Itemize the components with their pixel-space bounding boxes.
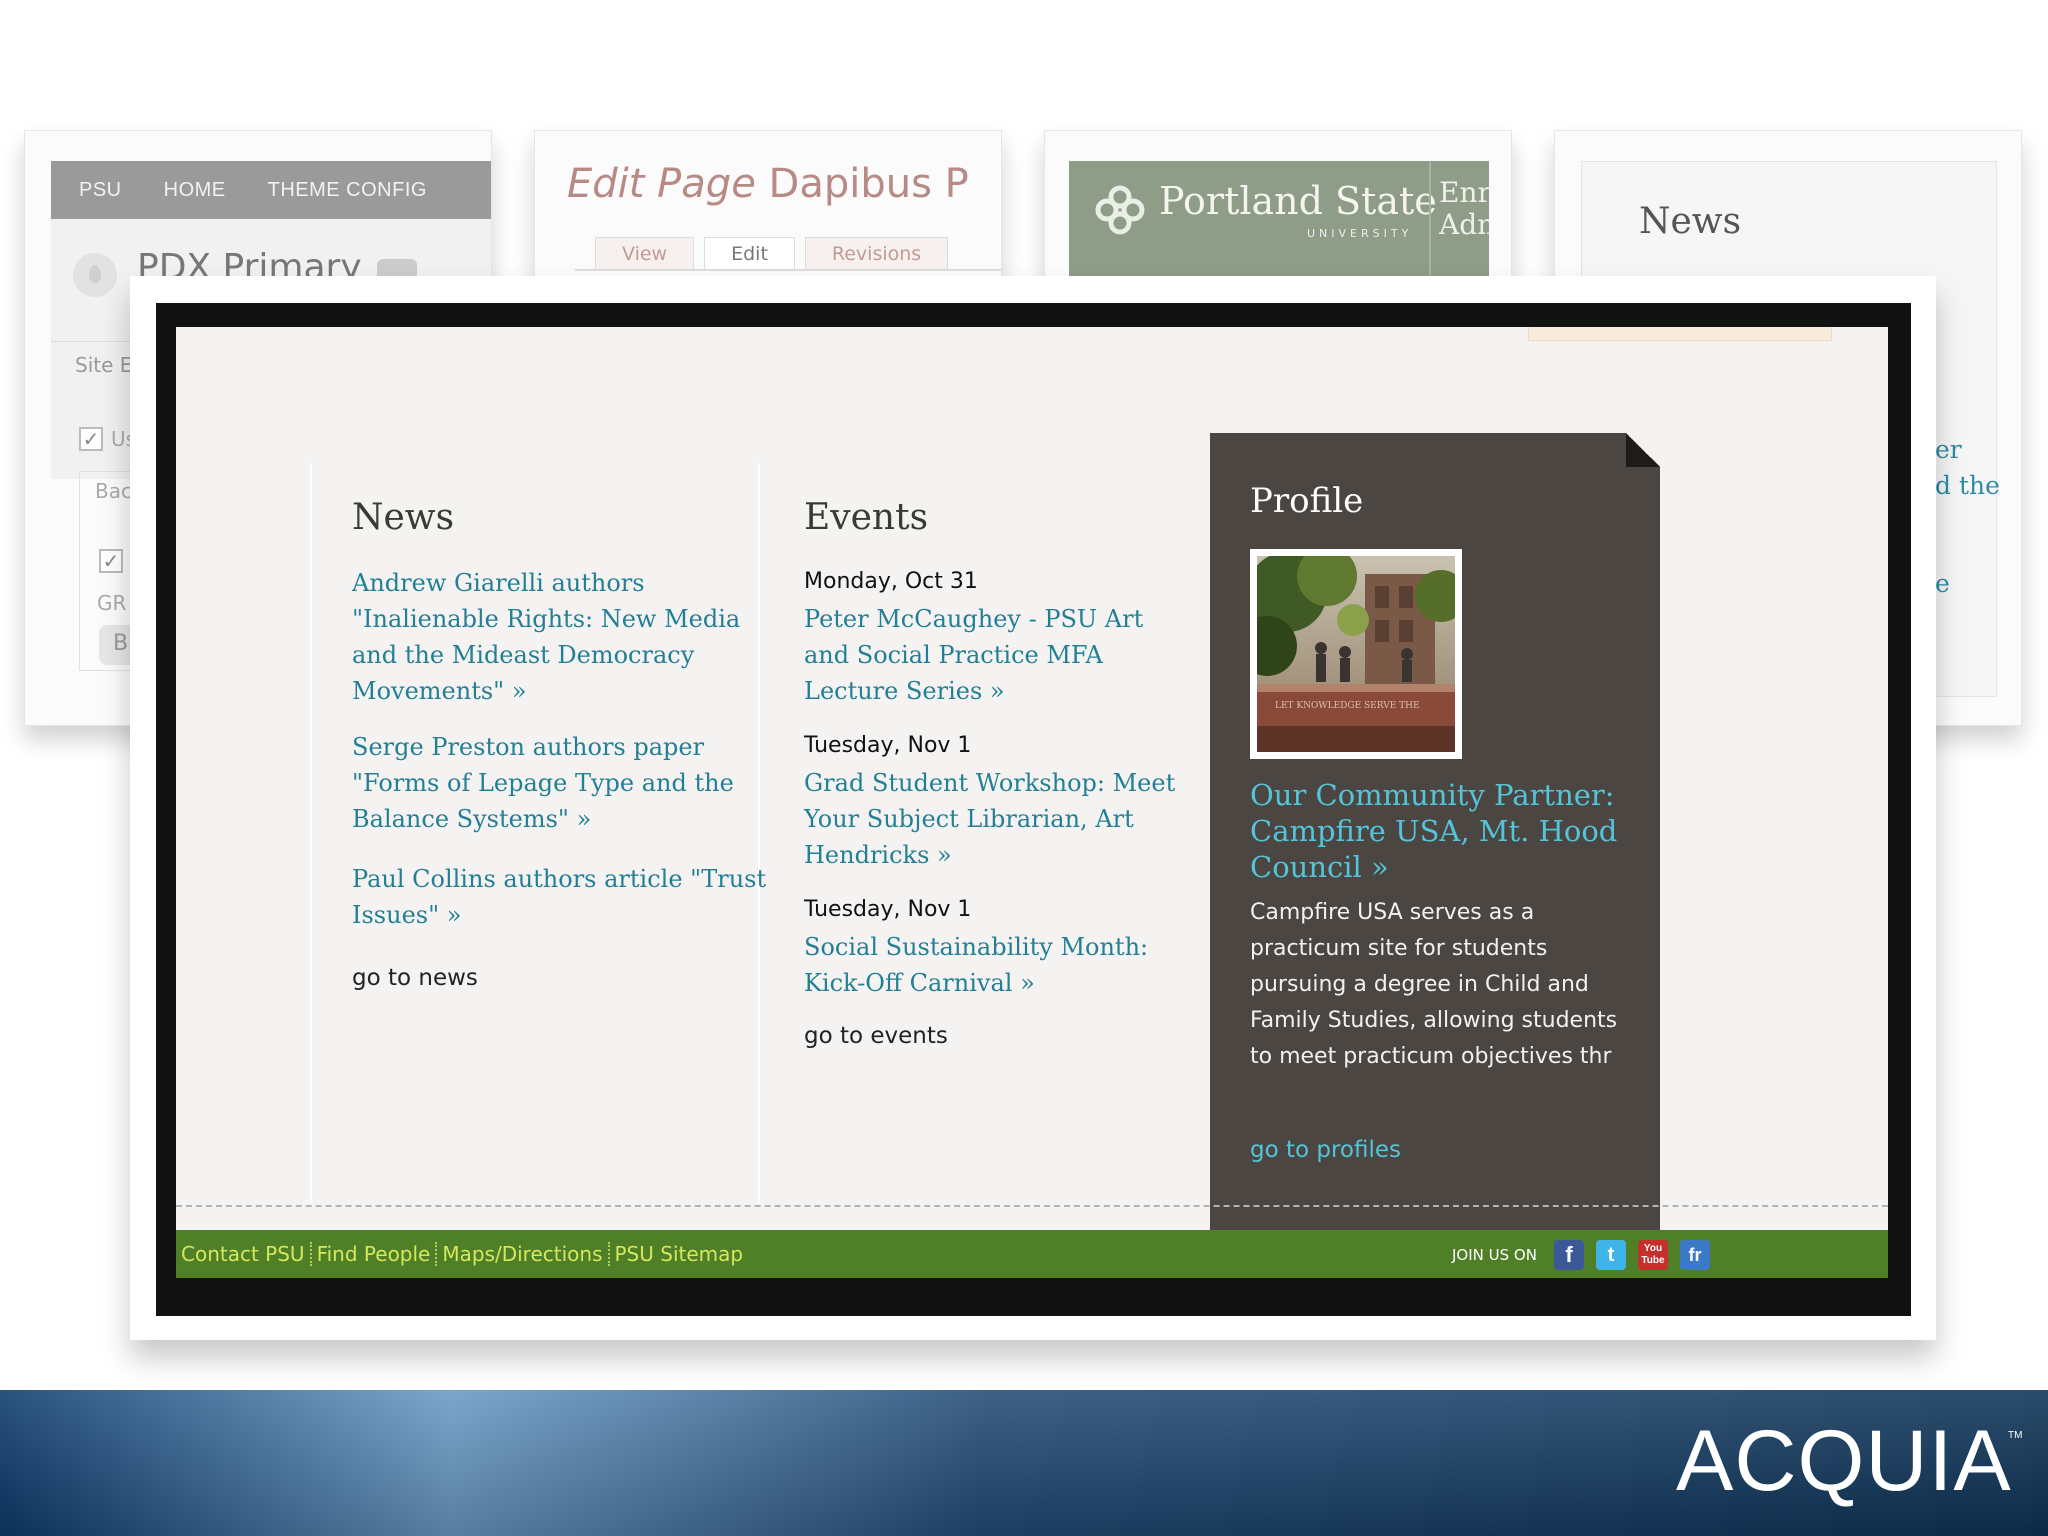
campus-photo-image: LET KNOWLEDGE SERVE THE bbox=[1257, 556, 1455, 752]
news-heading: News bbox=[352, 497, 455, 538]
twitter-icon[interactable]: t bbox=[1596, 1240, 1626, 1270]
footer-maps-directions[interactable]: Maps/Directions bbox=[437, 1242, 607, 1266]
tab-edit[interactable]: Edit bbox=[704, 237, 795, 269]
psu-side-links: Enro Adm bbox=[1439, 177, 1489, 241]
footer-find-people[interactable]: Find People bbox=[312, 1242, 436, 1266]
news-item-3[interactable]: Paul Collins authors article "Trust Issu… bbox=[352, 861, 772, 933]
events-heading: Events bbox=[804, 497, 929, 538]
event-date-1: Monday, Oct 31 bbox=[804, 569, 978, 594]
profile-panel: Profile LET KNOWLEDGE SERVE THE Our Comm… bbox=[1210, 433, 1660, 1278]
edit-page-tabs: View Edit Revisions bbox=[595, 237, 949, 269]
psu-homepage-screenshot: News Andrew Giarelli authors "Inalienabl… bbox=[176, 327, 1888, 1278]
youtube-icon-bottom: Tube bbox=[1641, 1255, 1665, 1266]
news-item-1[interactable]: Andrew Giarelli authors "Inalienable Rig… bbox=[352, 565, 772, 709]
admin-nav-home[interactable]: HOME bbox=[164, 179, 226, 202]
admin-bac-label: Bac bbox=[95, 479, 132, 503]
admin-checkbox-1[interactable]: ✓ bbox=[79, 427, 103, 451]
admin-checkbox-2[interactable]: ✓ bbox=[99, 549, 123, 573]
psu-divider bbox=[1429, 161, 1431, 281]
youtube-icon-top: You bbox=[1643, 1243, 1663, 1254]
edit-page-title-rest: Dapibus P bbox=[768, 161, 969, 207]
corner-fold-icon bbox=[1626, 433, 1660, 467]
peek-tab bbox=[1528, 327, 1832, 341]
event-item-3[interactable]: Social Sustainability Month: Kick-Off Ca… bbox=[804, 929, 1194, 1001]
event-item-2[interactable]: Grad Student Workshop: Meet Your Subject… bbox=[804, 765, 1194, 873]
news-thumb-fragment-1[interactable]: er bbox=[1935, 435, 1962, 464]
news-item-2[interactable]: Serge Preston authors paper "Forms of Le… bbox=[352, 729, 772, 837]
profile-photo[interactable]: LET KNOWLEDGE SERVE THE bbox=[1250, 549, 1462, 759]
footer-contact-psu[interactable]: Contact PSU bbox=[176, 1242, 310, 1266]
tabs-rule bbox=[575, 269, 1001, 271]
psu-name: Portland State bbox=[1159, 179, 1437, 223]
news-thumb-fragment-2[interactable]: d the bbox=[1935, 471, 2000, 500]
slide: PSU HOME THEME CONFIG PDX Primary Site E… bbox=[0, 0, 2048, 1536]
event-date-2: Tuesday, Nov 1 bbox=[804, 733, 972, 758]
flickr-icon[interactable]: fr bbox=[1680, 1240, 1710, 1270]
brand-band: ACQUIA TM bbox=[0, 1390, 2048, 1536]
trademark-mark: TM bbox=[2008, 1430, 2023, 1441]
footer-psu-sitemap[interactable]: PSU Sitemap bbox=[610, 1242, 749, 1266]
psu-logo-icon bbox=[1095, 185, 1145, 235]
acquia-logo: ACQUIA bbox=[1676, 1413, 2012, 1509]
event-date-3: Tuesday, Nov 1 bbox=[804, 897, 972, 922]
drop-icon bbox=[73, 253, 117, 297]
profile-title-link[interactable]: Our Community Partner: Campfire USA, Mt.… bbox=[1250, 777, 1630, 885]
go-to-news-link[interactable]: go to news bbox=[352, 965, 478, 991]
admin-nav-bar: PSU HOME THEME CONFIG bbox=[51, 161, 491, 219]
event-item-1[interactable]: Peter McCaughey - PSU Art and Social Pra… bbox=[804, 601, 1194, 709]
go-to-events-link[interactable]: go to events bbox=[804, 1023, 948, 1049]
go-to-profiles-link[interactable]: go to profiles bbox=[1250, 1137, 1401, 1163]
profile-heading: Profile bbox=[1250, 481, 1364, 521]
psu-banner: Portland State UNIVERSITY Enro Adm bbox=[1069, 161, 1489, 281]
psu-side-admissions[interactable]: Adm bbox=[1439, 209, 1489, 241]
admin-nav-psu[interactable]: PSU bbox=[79, 179, 122, 202]
profile-description: Campfire USA serves as a practicum site … bbox=[1250, 900, 1618, 1069]
news-thumb-heading: News bbox=[1639, 201, 1742, 242]
edit-page-title-italic: Edit Page bbox=[567, 161, 756, 207]
edit-page-title: Edit Page Dapibus P bbox=[567, 161, 969, 207]
photo-caption: LET KNOWLEDGE SERVE THE bbox=[1275, 701, 1420, 711]
admin-nav-theme-config[interactable]: THEME CONFIG bbox=[268, 179, 427, 202]
psu-university: UNIVERSITY bbox=[1307, 227, 1413, 240]
column-divider bbox=[310, 463, 312, 1203]
admin-gr-label: GR bbox=[97, 591, 127, 615]
youtube-icon[interactable]: You Tube bbox=[1638, 1240, 1668, 1270]
facebook-icon[interactable]: f bbox=[1554, 1240, 1584, 1270]
footer-links: Contact PSU Find People Maps/Directions … bbox=[176, 1230, 748, 1278]
psu-side-enroll[interactable]: Enro bbox=[1439, 177, 1489, 209]
tab-revisions[interactable]: Revisions bbox=[804, 237, 949, 269]
tab-view[interactable]: View bbox=[595, 237, 695, 269]
join-us-label: JOIN US ON bbox=[1452, 1246, 1537, 1264]
site-footer: Contact PSU Find People Maps/Directions … bbox=[176, 1230, 1888, 1278]
news-thumb-fragment-3[interactable]: e bbox=[1935, 569, 1950, 598]
admin-site-label: Site E bbox=[75, 353, 133, 377]
dashed-separator bbox=[176, 1205, 1888, 1207]
